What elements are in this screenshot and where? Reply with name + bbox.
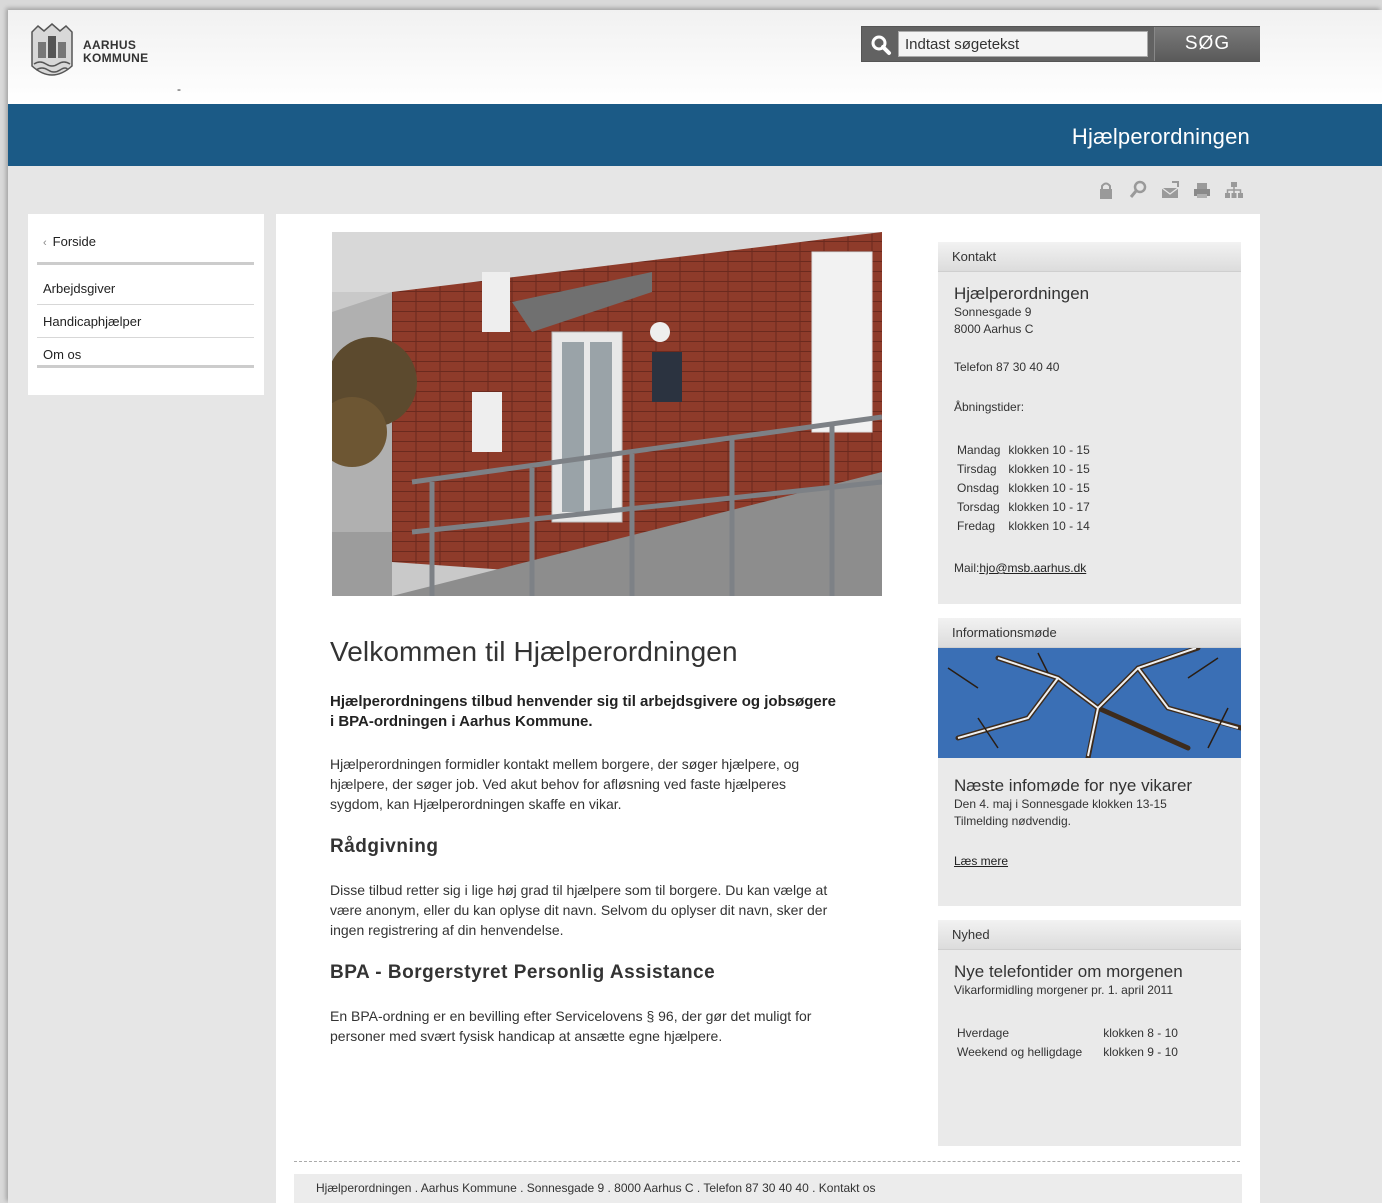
search-input[interactable] (898, 31, 1148, 57)
search-icon (871, 35, 891, 55)
logo-line-2: KOMMUNE (83, 51, 149, 65)
print-icon[interactable] (1192, 180, 1212, 200)
main-content: Velkommen til Hjælperordningen Hjælperor… (276, 214, 1260, 1203)
search-button[interactable]: SØG (1154, 27, 1260, 61)
news-row-label: Weekend og helligdage (957, 1045, 1083, 1059)
hours-day: Tirsdag (957, 462, 997, 476)
hours-row: Tirsdag klokken 10 - 15 (954, 460, 1095, 479)
news-row: Hverdage klokken 8 - 10 (954, 1024, 1183, 1043)
nav-home-label: Forside (52, 234, 97, 249)
footer: Hjælperordningen . Aarhus Kommune . Sonn… (294, 1174, 1242, 1203)
header: AARHUS KOMMUNE - SØG (8, 10, 1382, 104)
news-row-time: klokken 9 - 10 (1103, 1045, 1178, 1059)
mail-icon[interactable] (1160, 180, 1180, 200)
news-row: Weekend og helligdage klokken 9 - 10 (954, 1043, 1183, 1062)
opening-hours-label: Åbningstider: (954, 400, 1025, 414)
page: AARHUS KOMMUNE - SØG Hjælperordningen (8, 10, 1382, 1203)
contact-box-header: Kontakt (938, 242, 1241, 272)
nav-item-arbejdsgiver[interactable]: Arbejdsgiver (37, 272, 254, 305)
info-line-2: Tilmelding nødvendig. (954, 814, 1071, 828)
contact-phone: Telefon 87 30 40 40 (954, 360, 1060, 374)
read-more-link[interactable]: Læs mere (954, 854, 1008, 868)
chevron-left-icon: ‹ (43, 237, 47, 249)
logo-text: AARHUS KOMMUNE (83, 39, 148, 65)
hours-day: Fredag (957, 519, 996, 533)
section-text-bpa: En BPA-ordning er en bevilling efter Ser… (330, 1008, 812, 1044)
news-box: Nyhed Nye telefontider om morgenen Vikar… (938, 920, 1241, 1146)
info-meeting-box: Informationsmøde Næste infomøde for nye … (938, 618, 1241, 906)
nav-divider (37, 365, 254, 368)
hours-day: Onsdag (957, 481, 1000, 495)
magnifier-icon[interactable] (1128, 180, 1148, 200)
news-row-label: Hverdage (957, 1026, 1010, 1040)
building-photo (332, 232, 882, 596)
sitemap-icon[interactable] (1224, 180, 1244, 200)
hours-row: Fredag klokken 10 - 14 (954, 517, 1095, 536)
hours-time: klokken 10 - 15 (1008, 462, 1090, 476)
info-box-header: Informationsmøde (938, 618, 1241, 648)
contact-street: Sonnesgade 9 (954, 305, 1032, 319)
nav-item-handicaphjaelper[interactable]: Handicaphjælper (37, 305, 254, 338)
hours-row: Mandag klokken 10 - 15 (954, 441, 1095, 460)
logo-dash: - (177, 82, 181, 96)
left-navigation: ‹ Forside Arbejdsgiver Handicaphjælper Om… (28, 214, 264, 395)
winter-tree-image (938, 648, 1241, 758)
hours-day: Mandag (957, 443, 1001, 457)
contact-name: Hjælperordningen (954, 284, 1090, 303)
info-title: Næste infomøde for nye vikarer (954, 776, 1193, 795)
hours-time: klokken 10 - 15 (1008, 443, 1090, 457)
opening-hours-table: Mandag klokken 10 - 15 Tirsdag klokken 10 … (954, 441, 1095, 536)
article: Velkommen til Hjælperordningen Hjælperor… (330, 636, 840, 1068)
contact-mail: Mail:hjo@msb.aarhus.dk (954, 560, 1225, 577)
info-line-1: Den 4. maj i Sonnesgade klokken 13-15 (954, 797, 1167, 811)
search-bar: SØG (861, 26, 1260, 62)
lock-icon[interactable] (1096, 180, 1116, 200)
news-hours-table: Hverdage klokken 8 - 10 Weekend og hellig… (954, 1024, 1183, 1062)
mail-label: Mail: (954, 561, 980, 575)
hours-row: Onsdag klokken 10 - 15 (954, 479, 1095, 498)
contact-city: 8000 Aarhus C (954, 322, 1034, 336)
section-text-raadgivning: Disse tilbud retter sig i lige høj grad … (330, 882, 828, 938)
news-box-header: Nyhed (938, 920, 1241, 950)
hours-time: klokken 10 - 15 (1008, 481, 1090, 495)
nav-home-link[interactable]: ‹ Forside (43, 234, 96, 249)
hours-time: klokken 10 - 17 (1008, 500, 1090, 514)
toolbar (1096, 180, 1244, 202)
hours-day: Torsdag (957, 500, 1000, 514)
contact-box: Kontakt Hjælperordningen Sonnesgade 9 80… (938, 242, 1241, 604)
hours-row: Torsdag klokken 10 - 17 (954, 498, 1095, 517)
section-heading-raadgivning: Rådgivning (330, 836, 439, 857)
news-row-time: klokken 8 - 10 (1103, 1026, 1178, 1040)
article-intro: Hjælperordningen formidler kontakt melle… (330, 756, 800, 812)
footer-divider (294, 1161, 1240, 1162)
nav-divider (37, 262, 254, 265)
news-subtitle: Vikarformidling morgener pr. 1. april 20… (954, 983, 1173, 997)
page-banner: Hjælperordningen (8, 104, 1382, 166)
article-lead: Hjælperordningens tilbud henvender sig t… (330, 693, 836, 730)
mail-link[interactable]: hjo@msb.aarhus.dk (979, 561, 1086, 575)
section-heading-bpa: BPA - Borgerstyret Personlig Assistance (330, 962, 716, 983)
hours-time: klokken 10 - 14 (1008, 519, 1090, 533)
page-title: Hjælperordningen (1071, 124, 1250, 149)
article-heading: Velkommen til Hjælperordningen (330, 636, 738, 667)
crest-icon (31, 23, 73, 76)
news-title: Nye telefontider om morgenen (954, 962, 1183, 981)
nav-list: Arbejdsgiver Handicaphjælper Om os (37, 272, 254, 371)
aarhus-logo[interactable]: AARHUS KOMMUNE - (28, 22, 188, 96)
